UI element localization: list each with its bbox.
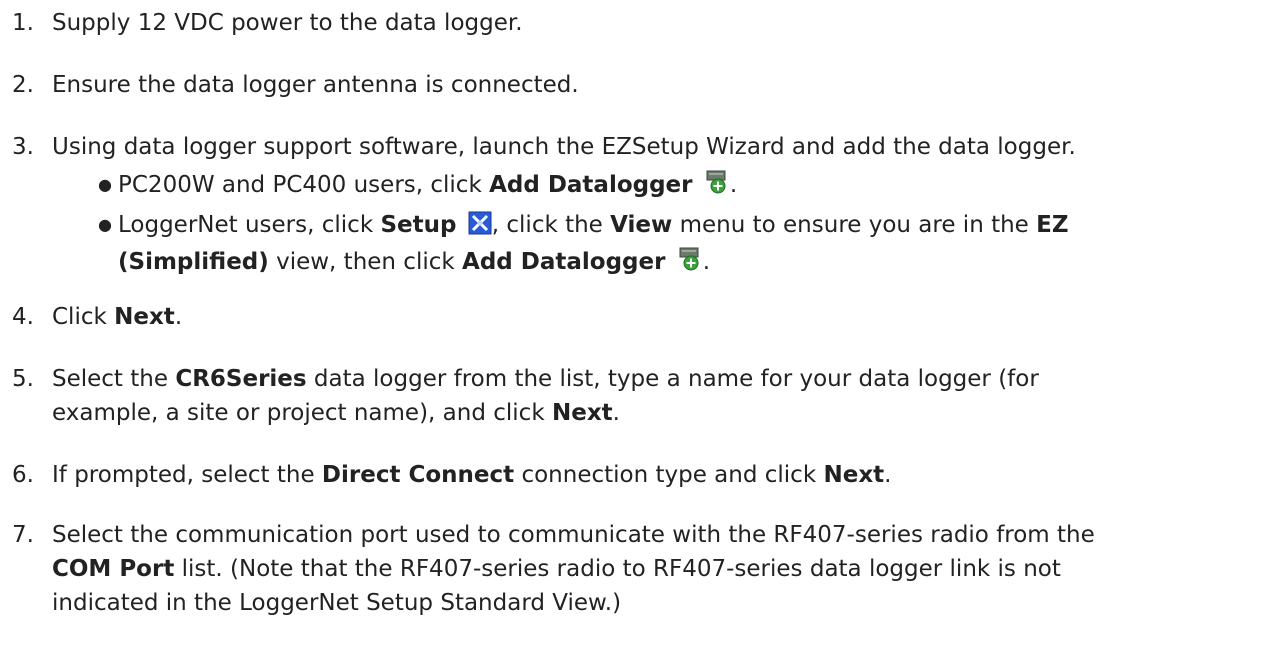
bullet-text: PC200W and PC400 users, click	[118, 172, 490, 198]
step-text: Select the	[52, 366, 176, 392]
bullet-text: view, then click	[268, 249, 463, 275]
step-text: Ensure the data logger antenna is connec…	[52, 72, 579, 98]
add-datalogger-icon	[704, 169, 730, 205]
step-text: example, a site or project name), and cl…	[52, 400, 552, 426]
bullet-pc200w: ● PC200W and PC400 users, click Add Datal…	[98, 168, 1268, 205]
ez-label: EZ	[1036, 212, 1069, 238]
step-number: 4.	[12, 304, 34, 330]
setup-icon	[468, 211, 492, 245]
add-datalogger-label: Add Datalogger	[489, 172, 693, 198]
step-number: 2.	[12, 72, 34, 98]
step-text: If prompted, select the	[52, 462, 322, 488]
bullet-text: , click the	[491, 212, 611, 238]
com-port-label: COM Port	[52, 556, 175, 582]
bullet-loggernet: ● LoggerNet users, click Setup , click th…	[98, 208, 1268, 282]
step-text: connection type and click	[514, 462, 824, 488]
step-continuation: COM Port list. (Note that the RF407-seri…	[12, 552, 1274, 586]
step-4: 4. Click Next.	[12, 300, 1274, 334]
step-1: 1. Supply 12 VDC power to the data logger…	[12, 6, 1274, 40]
step-text: Supply 12 VDC power to the data logger.	[52, 10, 523, 36]
add-datalogger-icon	[677, 246, 703, 282]
step-text: .	[612, 400, 620, 426]
bullet-text-end: .	[729, 172, 738, 198]
step-text: list. (Note that the RF407-series radio …	[174, 556, 1061, 582]
step-7: 7. Select the communication port used to …	[12, 518, 1274, 620]
cr6series-label: CR6Series	[175, 366, 307, 392]
step-text: .	[884, 462, 892, 488]
step-continuation: example, a site or project name), and cl…	[12, 396, 1274, 430]
next-label: Next	[823, 462, 885, 488]
bullet-dot: ●	[98, 215, 112, 234]
setup-label: Setup	[380, 212, 457, 238]
view-menu-label: View	[610, 212, 673, 238]
step-6: 6. If prompted, select the Direct Connect…	[12, 458, 1274, 492]
step-text: .	[174, 304, 183, 330]
step-number: 6.	[12, 462, 34, 488]
step-number: 5.	[12, 366, 34, 392]
step-text: Select the communication port used to co…	[52, 522, 1095, 548]
step-3: 3. Using data logger support software, la…	[12, 130, 1274, 164]
step-5: 5. Select the CR6Series data logger from …	[12, 362, 1274, 430]
next-label: Next	[114, 304, 175, 330]
step-2: 2. Ensure the data logger antenna is conn…	[12, 68, 1274, 102]
step-text: data logger from the list, type a name f…	[306, 366, 1039, 392]
bullet-text-end: .	[702, 249, 711, 275]
step-number: 3.	[12, 134, 34, 160]
bullet-continuation: (Simplified) view, then click Add Datalo…	[98, 245, 1268, 282]
bullet-dot: ●	[98, 175, 112, 194]
step-text: Using data logger support software, laun…	[52, 134, 1076, 160]
bullet-text: LoggerNet users, click	[118, 212, 381, 238]
step-text: Click	[52, 304, 115, 330]
simplified-label: (Simplified)	[118, 249, 269, 275]
step-number: 7.	[12, 522, 34, 548]
add-datalogger-label: Add Datalogger	[462, 249, 666, 275]
step-number: 1.	[12, 10, 34, 36]
instructions-document: 1. Supply 12 VDC power to the data logger…	[0, 0, 1282, 656]
direct-connect-label: Direct Connect	[321, 462, 515, 488]
bullet-text: menu to ensure you are in the	[672, 212, 1037, 238]
step-continuation: indicated in the LoggerNet Setup Standar…	[52, 590, 622, 616]
next-label: Next	[551, 400, 613, 426]
